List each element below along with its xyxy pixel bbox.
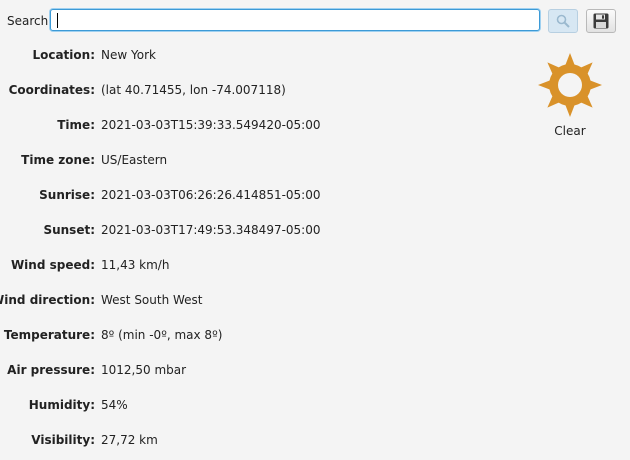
detail-row-sunrise: Sunrise: 2021-03-03T06:26:26.414851-05:0… [0, 188, 520, 206]
detail-value: 54% [101, 398, 128, 412]
detail-label: Sunrise: [39, 188, 95, 202]
detail-row-coordinates: Coordinates: (lat 40.71455, lon -74.0071… [0, 83, 520, 101]
detail-label: Wind direction: [0, 293, 95, 307]
detail-value: 8º (min -0º, max 8º) [101, 328, 223, 342]
magnifier-icon [556, 14, 570, 28]
detail-value: West South West [101, 293, 203, 307]
detail-value: (lat 40.71455, lon -74.007118) [101, 83, 286, 97]
detail-value: 1012,50 mbar [101, 363, 187, 377]
save-button[interactable] [586, 9, 616, 33]
detail-row-visibility: Visibility: 27,72 km [0, 433, 520, 451]
detail-label: Humidity: [28, 398, 95, 412]
weather-condition: Clear [532, 50, 608, 138]
search-button[interactable] [548, 9, 578, 33]
detail-value: New York [101, 48, 156, 62]
detail-label: Sunset: [43, 223, 95, 237]
search-bar: Search: [0, 8, 630, 34]
detail-value: 2021-03-03T15:39:33.549420-05:00 [101, 118, 321, 132]
detail-row-location: Location: New York [0, 48, 520, 66]
floppy-disk-icon [593, 13, 609, 29]
detail-label: Time zone: [21, 153, 95, 167]
search-label: Search: [7, 14, 53, 28]
detail-value: 11,43 km/h [101, 258, 170, 272]
detail-row-sunset: Sunset: 2021-03-03T17:49:53.348497-05:00 [0, 223, 520, 241]
detail-label: Visibility: [31, 433, 95, 447]
detail-label: Wind speed: [10, 258, 95, 272]
sun-icon [538, 53, 602, 117]
detail-row-wind-direction: Wind direction: West South West [0, 293, 520, 311]
detail-row-wind-speed: Wind speed: 11,43 km/h [0, 258, 520, 276]
detail-row-air-pressure: Air pressure: 1012,50 mbar [0, 363, 520, 381]
detail-value: US/Eastern [101, 153, 168, 167]
detail-value: 2021-03-03T06:26:26.414851-05:00 [101, 188, 321, 202]
detail-label: Time: [57, 118, 95, 132]
text-caret [57, 13, 58, 28]
detail-label: Air pressure: [7, 363, 95, 377]
detail-row-time: Time: 2021-03-03T15:39:33.549420-05:00 [0, 118, 520, 136]
detail-label: Coordinates: [8, 83, 95, 97]
detail-value: 27,72 km [101, 433, 158, 447]
detail-row-humidity: Humidity: 54% [0, 398, 520, 416]
detail-label: Temperature: [3, 328, 95, 342]
detail-label: Location: [32, 48, 95, 62]
search-input[interactable] [50, 9, 540, 31]
detail-row-temperature: Temperature: 8º (min -0º, max 8º) [0, 328, 520, 346]
detail-row-time-zone: Time zone: US/Eastern [0, 153, 520, 171]
condition-label: Clear [554, 124, 586, 138]
detail-value: 2021-03-03T17:49:53.348497-05:00 [101, 223, 321, 237]
